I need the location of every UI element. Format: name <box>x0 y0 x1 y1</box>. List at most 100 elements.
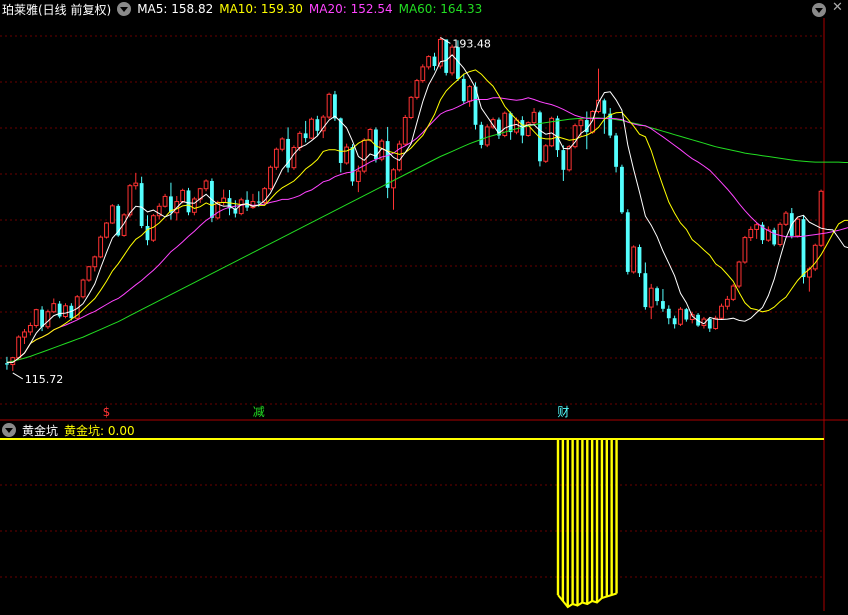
candle-body-up <box>238 199 244 215</box>
candle-body-up <box>180 189 186 203</box>
main-header: 珀莱雅(日线 前复权) MA5: 158.82 MA10: 159.30 MA2… <box>2 0 488 18</box>
candle-body-up <box>783 212 789 225</box>
ma-settings-dropdown-icon[interactable] <box>117 2 132 16</box>
candle-body-up <box>92 256 98 268</box>
candle-body-down <box>661 301 665 309</box>
low-price-label: 115.72 <box>25 373 64 386</box>
indicator-dropdown-icon[interactable] <box>2 423 16 437</box>
candle-body-down <box>479 124 484 145</box>
candle-body-down <box>561 150 566 170</box>
candle-body-up <box>320 116 326 132</box>
candle-body-up <box>713 317 719 330</box>
candle-body-up <box>127 185 133 216</box>
candle-body-up <box>678 308 683 325</box>
candle-body-up <box>818 190 824 246</box>
candle-body-up <box>104 222 109 238</box>
candle-body-up <box>291 147 297 169</box>
candle-body-down <box>608 113 613 136</box>
candle-body-down <box>303 133 308 139</box>
candle-body-up <box>27 325 33 333</box>
candle-body-down <box>772 229 777 245</box>
ma5-label: MA5: 158.82 <box>137 2 214 16</box>
candle-body-down <box>707 319 712 329</box>
candle-body-down <box>508 113 513 133</box>
candle-body-up <box>514 119 519 133</box>
chart-stage: 193.48 115.72 $ 减 财 <box>0 0 848 615</box>
candle-body-down <box>461 78 466 102</box>
close-icon[interactable]: ✕ <box>832 0 843 15</box>
candlestick-chart[interactable]: 193.48 115.72 $ 减 财 <box>0 0 848 611</box>
candle-body-up <box>133 182 139 187</box>
candle-body-up <box>344 146 350 164</box>
candle-body-up <box>531 111 537 124</box>
candle-body-down <box>57 303 62 317</box>
ma60-label: MA60: 164.33 <box>398 2 483 16</box>
candle-body-down <box>801 219 806 278</box>
candle-body-up <box>367 129 373 141</box>
candle-body-up <box>578 119 584 127</box>
candle-body-up <box>449 46 455 74</box>
candle-body-down <box>385 141 390 188</box>
candle-body-down <box>672 318 677 325</box>
candle-body-up <box>109 205 115 224</box>
high-price-label: 193.48 <box>452 37 491 50</box>
candle-body-down <box>637 247 642 274</box>
candle-body-up <box>221 197 227 203</box>
candle-body-down <box>602 100 607 114</box>
candle-body-up <box>297 132 303 149</box>
candle-body-down <box>350 147 355 182</box>
candle-body-down <box>614 135 618 167</box>
candle-body-up <box>51 303 57 313</box>
event-marker: 财 <box>557 405 569 419</box>
collapse-dropdown-icon[interactable] <box>812 3 826 17</box>
candle-body-down <box>139 183 144 227</box>
candle-body-down <box>145 226 150 241</box>
candle-body-up <box>408 96 414 119</box>
candle-body-up <box>748 228 754 239</box>
candle-body-up <box>777 223 783 245</box>
candle-body-up <box>648 287 654 308</box>
candle-body-up <box>273 148 279 168</box>
candle-body-down <box>5 363 9 365</box>
event-marker: $ <box>103 405 111 419</box>
candle-body-up <box>543 145 549 162</box>
candle-body-up <box>484 126 490 146</box>
low-pointer <box>12 372 24 380</box>
candle-body-up <box>268 166 273 190</box>
candle-body-down <box>186 190 191 213</box>
candle-body-down <box>256 201 261 203</box>
candle-body-down <box>444 39 449 73</box>
candle-body-up <box>86 266 92 281</box>
candle-body-up <box>719 305 724 319</box>
candle-body-down <box>432 56 437 67</box>
candle-body-down <box>315 119 320 131</box>
candle-body-up <box>812 244 818 270</box>
candle-body-down <box>40 309 44 327</box>
candle-body-down <box>625 212 630 272</box>
candle-body-up <box>566 146 572 171</box>
candle-body-up <box>631 246 637 273</box>
candle-body-up <box>414 80 420 98</box>
candle-body-up <box>730 285 736 300</box>
candle-body-up <box>309 118 314 139</box>
candle-body-up <box>420 66 426 82</box>
candle-body-down <box>643 273 648 308</box>
candle-body-down <box>333 94 337 119</box>
candle-body-down <box>620 166 624 213</box>
candle-body-up <box>795 218 801 237</box>
candle-body-down <box>666 308 671 319</box>
indicator-header: 黄金坑 黄金坑: 0.00 <box>2 421 141 439</box>
ma20-label: MA20: 152.54 <box>308 2 393 16</box>
candle-body-up <box>467 86 473 102</box>
candle-body-up <box>736 261 742 287</box>
candle-body-up <box>33 309 39 327</box>
candle-body-up <box>191 198 197 213</box>
event-marker: 减 <box>253 405 265 419</box>
candle-body-up <box>80 279 86 298</box>
ma20-line <box>6 97 848 363</box>
ma60-line <box>6 117 848 363</box>
candle-body-down <box>555 118 560 151</box>
candle-body-down <box>655 288 659 302</box>
candle-body-down <box>684 309 689 320</box>
candle-body-down <box>338 118 343 163</box>
